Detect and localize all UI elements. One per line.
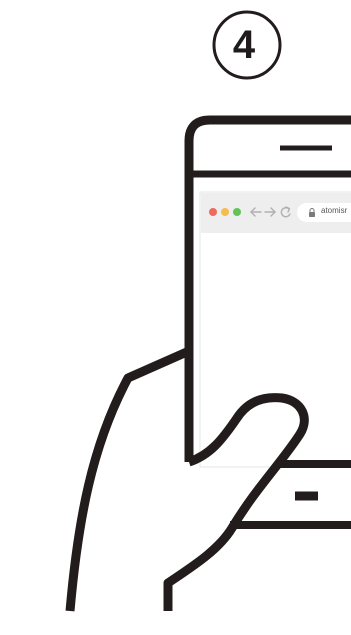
url-text[interactable]: atomisr bbox=[321, 207, 347, 215]
illustration bbox=[65, 10, 351, 612]
step-number: 4 bbox=[232, 23, 256, 67]
maximize-dot-icon[interactable] bbox=[233, 208, 241, 216]
hand-palm-outline bbox=[65, 346, 191, 612]
minimize-dot-icon[interactable] bbox=[221, 208, 229, 216]
close-dot-icon[interactable] bbox=[209, 208, 217, 216]
phone-screen bbox=[199, 191, 351, 468]
